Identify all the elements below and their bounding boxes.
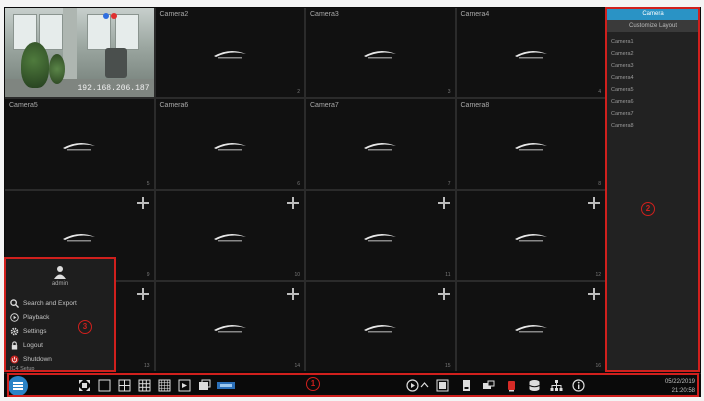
record-status-icon xyxy=(103,13,109,19)
cell-number: 12 xyxy=(595,271,601,278)
camera-name: Camera2 xyxy=(159,11,189,18)
add-camera-icon[interactable] xyxy=(437,287,450,300)
brand-logo-icon xyxy=(63,233,96,242)
marker-3: 3 xyxy=(78,320,92,334)
camera-ip-label: 192.168.206.187 xyxy=(77,84,150,94)
cell-number: 14 xyxy=(294,363,300,369)
camera-name: Camera7 xyxy=(310,102,339,110)
cell-number: 3 xyxy=(447,89,451,96)
brand-logo-icon xyxy=(364,233,397,242)
add-camera-icon[interactable] xyxy=(287,196,299,209)
add-camera-icon[interactable] xyxy=(136,196,149,209)
cell-number: 6 xyxy=(297,180,300,187)
highlight-right-panel xyxy=(605,7,700,372)
cell-number: 11 xyxy=(445,271,451,278)
camera-name: Camera4 xyxy=(460,11,490,18)
camera-name: Camera3 xyxy=(310,11,339,18)
camera-cell-2[interactable]: Camera2 2 xyxy=(155,8,304,98)
add-camera-icon[interactable] xyxy=(588,196,600,209)
brand-logo-icon xyxy=(364,325,397,333)
highlight-taskbar xyxy=(7,373,699,397)
camera-cell-8[interactable]: Camera8 8 xyxy=(456,99,605,189)
camera-cell-3[interactable]: Camera3 3 xyxy=(306,8,455,98)
camera-cell-12[interactable]: 12 xyxy=(456,190,605,280)
add-camera-icon[interactable] xyxy=(287,287,299,300)
cell-number: 8 xyxy=(598,180,601,187)
cell-number: 7 xyxy=(447,180,451,187)
brand-logo-icon xyxy=(213,325,246,333)
camera-cell-16[interactable]: 16 xyxy=(456,281,605,371)
cell-number: 16 xyxy=(595,363,601,369)
cell-number: 5 xyxy=(146,180,150,187)
brand-logo-icon xyxy=(364,142,397,151)
brand-logo-icon xyxy=(364,51,397,59)
camera-name: Camera5 xyxy=(9,102,38,110)
marker-2: 2 xyxy=(641,202,655,216)
nvr-screen: 192.168.206.187 Camera2 2 Camera3 3 Came… xyxy=(4,7,701,397)
cell-number: 9 xyxy=(146,271,150,278)
brand-logo-icon xyxy=(213,233,246,242)
add-camera-icon[interactable] xyxy=(437,196,450,209)
brand-logo-icon xyxy=(514,233,547,242)
brand-logo-icon xyxy=(213,51,246,59)
brand-logo-icon xyxy=(63,142,96,151)
camera-name: Camera6 xyxy=(159,102,189,110)
marker-1: 1 xyxy=(306,377,320,391)
brand-logo-icon xyxy=(514,142,547,151)
camera-cell-7[interactable]: Camera7 7 xyxy=(306,99,455,189)
camera-cell-6[interactable]: Camera6 6 xyxy=(155,99,304,189)
camera-name: Camera8 xyxy=(460,102,490,110)
add-camera-icon[interactable] xyxy=(136,287,149,300)
alarm-status-icon xyxy=(111,13,117,19)
camera-cell-15[interactable]: 15 xyxy=(306,281,455,371)
brand-logo-icon xyxy=(514,51,547,59)
cell-number: 15 xyxy=(444,363,451,369)
highlight-start-menu xyxy=(4,257,116,372)
brand-logo-icon xyxy=(514,325,547,333)
camera-cell-10[interactable]: 10 xyxy=(155,190,304,280)
camera-cell-11[interactable]: 11 xyxy=(306,190,455,280)
camera-cell-1[interactable]: 192.168.206.187 xyxy=(5,8,154,98)
camera-cell-5[interactable]: Camera5 5 xyxy=(5,99,154,189)
cell-number: 4 xyxy=(598,89,601,96)
cell-number: 10 xyxy=(294,271,300,278)
camera-cell-14[interactable]: 14 xyxy=(155,281,304,371)
cell-number: 13 xyxy=(143,363,150,369)
add-camera-icon[interactable] xyxy=(588,287,600,300)
cell-number: 2 xyxy=(297,89,300,96)
brand-logo-icon xyxy=(213,142,246,151)
camera-cell-4[interactable]: Camera4 4 xyxy=(456,8,605,98)
